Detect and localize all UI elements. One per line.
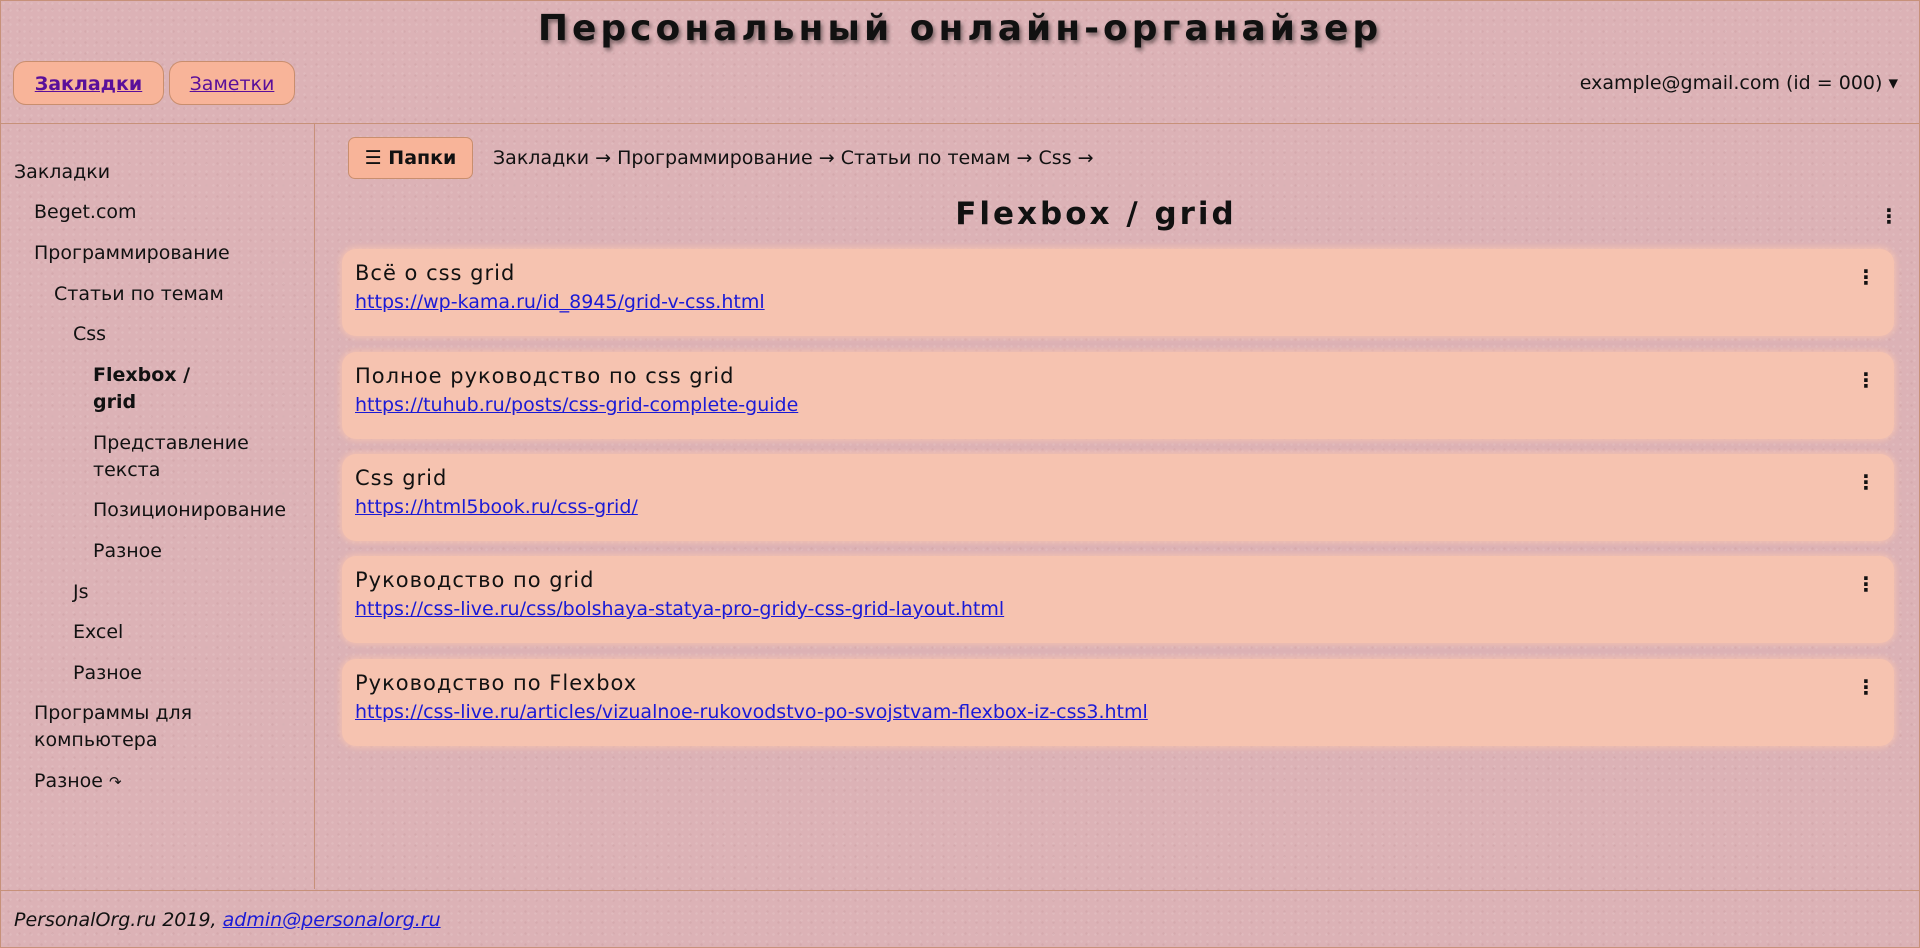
sidebar-item-css-misc[interactable]: Разное xyxy=(93,538,162,565)
sidebar: Закладки Beget.com Программирование Стат… xyxy=(0,124,315,889)
breadcrumb: Закладки → Программирование → Статьи по … xyxy=(493,147,1094,169)
breadcrumb-item-bookmarks[interactable]: Закладки → xyxy=(493,147,611,169)
sidebar-item-positioning[interactable]: Позиционирование xyxy=(93,497,286,524)
sidebar-item-articles[interactable]: Статьи по темам xyxy=(54,281,224,308)
bookmark-title: Руководство по Flexbox xyxy=(355,671,638,695)
bookmark-title: Полное руководство по css grid xyxy=(355,364,735,388)
bookmark-card: Css grid https://html5book.ru/css-grid/ … xyxy=(342,454,1894,541)
bookmark-menu-icon[interactable]: ⋮ xyxy=(1856,574,1876,594)
bookmark-title: Css grid xyxy=(355,466,448,490)
tab-notes[interactable]: Заметки xyxy=(169,61,295,105)
footer-text: PersonalOrg.ru 2019, admin@personalorg.r… xyxy=(14,909,441,931)
bookmark-link[interactable]: https://tuhub.ru/posts/css-grid-complete… xyxy=(355,394,798,416)
account-menu[interactable]: example@gmail.com (id = 000) ▾ xyxy=(1580,72,1898,94)
footer-copyright: PersonalOrg.ru 2019, xyxy=(14,909,223,931)
bookmark-link[interactable]: https://wp-kama.ru/id_8945/grid-v-css.ht… xyxy=(355,291,765,313)
footer-email-link[interactable]: admin@personalorg.ru xyxy=(223,909,441,931)
sidebar-item-css[interactable]: Css xyxy=(73,321,106,348)
sidebar-item-js[interactable]: Js xyxy=(73,579,89,606)
tab-bookmarks[interactable]: Закладки xyxy=(13,61,164,105)
sidebar-item-misc-label: Разное xyxy=(34,770,103,792)
folder-title: Flexbox / grid xyxy=(955,196,1237,232)
bookmark-menu-icon[interactable]: ⋮ xyxy=(1856,267,1876,287)
bookmark-card: Руководство по grid https://css-live.ru/… xyxy=(342,556,1894,643)
bookmark-title: Руководство по grid xyxy=(355,568,595,592)
bookmark-menu-icon[interactable]: ⋮ xyxy=(1856,677,1876,697)
sidebar-item-beget[interactable]: Beget.com xyxy=(34,199,137,226)
breadcrumb-item-articles[interactable]: Статьи по темам → xyxy=(841,147,1033,169)
sidebar-item-misc[interactable]: Разное ↷ xyxy=(34,768,122,796)
bookmark-link[interactable]: https://html5book.ru/css-grid/ xyxy=(355,496,638,518)
bookmark-card: Всё о css grid https://wp-kama.ru/id_894… xyxy=(342,249,1894,336)
bookmark-card: Полное руководство по css grid https://t… xyxy=(342,352,1894,439)
breadcrumb-item-css[interactable]: Css → xyxy=(1039,147,1094,169)
breadcrumb-item-programming[interactable]: Программирование → xyxy=(617,147,835,169)
folders-button[interactable]: ☰ Папки xyxy=(348,137,473,179)
redo-icon: ↷ xyxy=(108,773,122,791)
bookmark-menu-icon[interactable]: ⋮ xyxy=(1856,370,1876,390)
bookmark-title: Всё о css grid xyxy=(355,261,516,285)
sidebar-item-excel[interactable]: Excel xyxy=(73,619,123,646)
bookmark-link[interactable]: https://css-live.ru/css/bolshaya-statya-… xyxy=(355,598,1004,620)
sidebar-item-programming[interactable]: Программирование xyxy=(34,240,230,267)
bookmark-link[interactable]: https://css-live.ru/articles/vizualnoe-r… xyxy=(355,701,1148,723)
bookmark-menu-icon[interactable]: ⋮ xyxy=(1856,472,1876,492)
sidebar-item-text-presentation[interactable]: Представление текста xyxy=(93,430,263,484)
sidebar-item-bookmarks-root[interactable]: Закладки xyxy=(14,159,110,186)
bookmark-card: Руководство по Flexbox https://css-live.… xyxy=(342,659,1894,746)
header: Персональный онлайн-органайзер Закладки … xyxy=(0,0,1920,124)
sidebar-item-computer-programs[interactable]: Программы для компьютера xyxy=(34,700,234,754)
app-title: Персональный онлайн-органайзер xyxy=(537,8,1383,49)
footer: PersonalOrg.ru 2019, admin@personalorg.r… xyxy=(0,890,1920,947)
sidebar-item-flexbox-grid[interactable]: Flexbox / grid xyxy=(93,362,213,416)
folder-menu-icon[interactable]: ⋮ xyxy=(1879,206,1899,226)
sidebar-item-articles-misc[interactable]: Разное xyxy=(73,660,142,687)
